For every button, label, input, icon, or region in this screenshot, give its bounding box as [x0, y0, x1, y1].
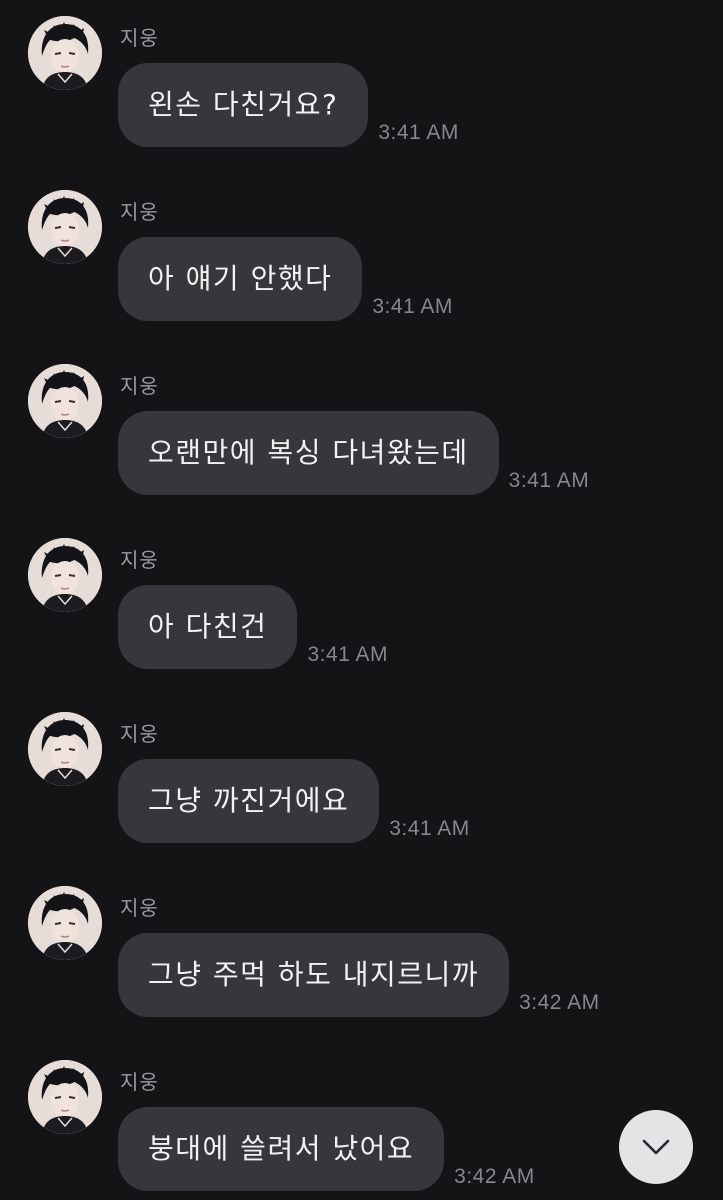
message-time: 3:41 AM [378, 121, 459, 144]
message-bubble[interactable]: 그냥 주먹 하도 내지르니까 [118, 933, 510, 1017]
message-item: 지웅 그냥 까진거에요 3:41 AM [0, 696, 723, 846]
message-bubble[interactable]: 그냥 까진거에요 [118, 759, 380, 843]
sender-name: 지웅 [120, 548, 159, 572]
message-row: 그냥 까진거에요 3:41 AM [118, 759, 470, 843]
avatar[interactable] [28, 190, 102, 264]
message-row: 붕대에 쓸려서 났어요 3:42 AM [118, 1107, 535, 1191]
message-item: 지웅 붕대에 쓸려서 났어요 3:42 AM [0, 1044, 723, 1194]
message-time: 3:42 AM [519, 991, 600, 1014]
avatar[interactable] [28, 538, 102, 612]
message-item: 지웅 아 얘기 안했다 3:41 AM [0, 174, 723, 324]
message-row: 그냥 주먹 하도 내지르니까 3:42 AM [118, 933, 600, 1017]
message-item: 지웅 오랜만에 복싱 다녀왔는데 3:41 AM [0, 348, 723, 498]
avatar[interactable] [28, 1060, 102, 1134]
chat-list[interactable]: 지웅 왼손 다친거요? 3:41 AM 지웅 아 얘기 안했다 3:41 AM [0, 0, 723, 1200]
sender-name: 지웅 [120, 374, 159, 398]
message-item: 지웅 왼손 다친거요? 3:41 AM [0, 0, 723, 150]
profile-photo-icon [28, 712, 102, 786]
avatar[interactable] [28, 16, 102, 90]
message-bubble[interactable]: 오랜만에 복싱 다녀왔는데 [118, 411, 499, 495]
profile-photo-icon [28, 190, 102, 264]
message-time: 3:41 AM [307, 643, 389, 666]
message-row: 아 다친건 3:41 AM [118, 585, 388, 669]
message-row: 아 얘기 안했다 3:41 AM [118, 237, 453, 321]
message-bubble[interactable]: 붕대에 쓸려서 났어요 [118, 1107, 445, 1191]
message-time: 3:42 AM [454, 1165, 535, 1188]
profile-photo-icon [28, 364, 102, 438]
message-row: 오랜만에 복싱 다녀왔는데 3:41 AM [118, 411, 589, 495]
sender-name: 지웅 [120, 26, 159, 50]
sender-name: 지웅 [120, 200, 159, 224]
message-bubble[interactable]: 왼손 다친거요? [118, 63, 369, 147]
message-bubble[interactable]: 아 다친건 [118, 585, 298, 669]
message-row: 왼손 다친거요? 3:41 AM [118, 63, 459, 147]
avatar[interactable] [28, 364, 102, 438]
profile-photo-icon [28, 16, 102, 90]
sender-name: 지웅 [120, 896, 159, 920]
sender-name: 지웅 [120, 1070, 159, 1094]
profile-photo-icon [28, 538, 102, 612]
message-time: 3:41 AM [508, 469, 590, 492]
message-time: 3:41 AM [389, 817, 470, 840]
chevron-down-icon [642, 1139, 670, 1155]
message-item: 지웅 그냥 주먹 하도 내지르니까 3:42 AM [0, 870, 723, 1020]
avatar[interactable] [28, 712, 102, 786]
scroll-to-bottom-button[interactable] [619, 1110, 693, 1184]
profile-photo-icon [28, 1060, 102, 1134]
profile-photo-icon [28, 886, 102, 960]
message-bubble[interactable]: 아 얘기 안했다 [118, 237, 363, 321]
message-time: 3:41 AM [372, 295, 453, 318]
avatar[interactable] [28, 886, 102, 960]
sender-name: 지웅 [120, 722, 159, 746]
message-item: 지웅 아 다친건 3:41 AM [0, 522, 723, 672]
